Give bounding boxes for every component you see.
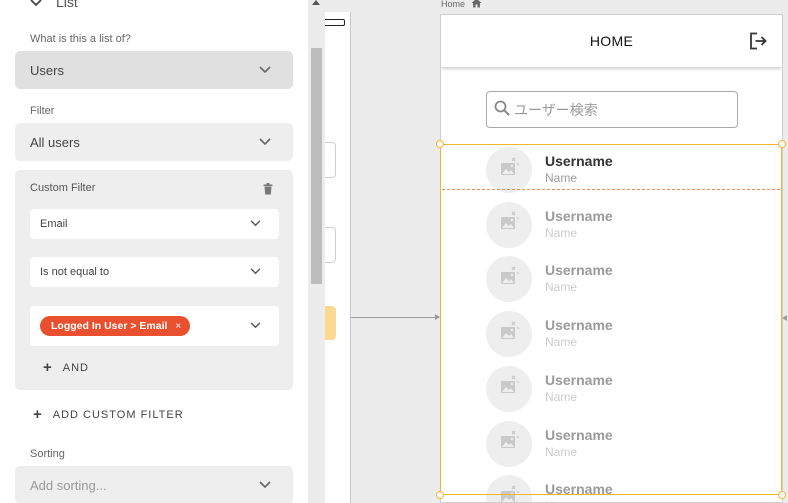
name-label: Name (545, 171, 578, 185)
chip-remove-icon[interactable]: × (175, 321, 181, 332)
custom-filter-title: Custom Filter (30, 182, 96, 194)
list-item[interactable]: UsernameName (441, 310, 782, 364)
username-label: Username (545, 481, 613, 498)
add-custom-filter-label: ADD CUSTOM FILTER (52, 408, 184, 421)
avatar (486, 256, 532, 303)
avatar (486, 365, 532, 412)
avatar (486, 475, 532, 502)
name-label: Name (545, 389, 578, 404)
chevron-down-icon (250, 320, 261, 332)
resize-handle[interactable] (436, 140, 444, 148)
scrollbar-thumb[interactable] (311, 48, 322, 284)
avatar (486, 147, 532, 193)
partial-input-field (325, 142, 336, 178)
and-label: AND (62, 361, 89, 374)
list-item[interactable]: UsernameName (441, 474, 782, 502)
sorting-label: Sorting (30, 448, 65, 460)
image-placeholder-icon (498, 157, 520, 184)
filter-field-dropdown[interactable]: Email (30, 209, 279, 239)
chevron-down-icon (259, 136, 271, 148)
name-label: Name (545, 225, 578, 240)
scroll-up-arrow-icon[interactable] (312, 0, 320, 5)
chevron-down-icon (259, 479, 271, 491)
screen-name-label: Home (441, 0, 466, 9)
name-label: Name (545, 444, 578, 459)
trash-icon[interactable] (263, 182, 273, 200)
filter-operator-dropdown[interactable]: Is not equal to (30, 257, 279, 287)
battery-icon (325, 19, 345, 26)
sorting-dropdown[interactable]: Add sorting... (15, 466, 293, 503)
partial-button (325, 306, 336, 340)
sorting-placeholder: Add sorting... (30, 477, 107, 493)
list-of-dropdown[interactable]: Users (15, 51, 293, 89)
navigation-link-line (351, 317, 439, 318)
username-label: Username (545, 262, 613, 279)
custom-filter-box: Custom Filter Email Is not equal to Logg… (15, 170, 293, 390)
user-search-input[interactable]: ユーザー検索 (486, 91, 738, 128)
app-header: HOME (441, 15, 782, 67)
list-item[interactable]: Username Name (441, 146, 782, 200)
chevron-down-icon (30, 0, 42, 10)
filter-dropdown[interactable]: All users (15, 123, 293, 161)
username-label: Username (545, 153, 613, 169)
resize-handle[interactable] (778, 491, 786, 499)
image-placeholder-icon (498, 266, 520, 293)
chevron-down-icon (250, 218, 261, 230)
search-icon (494, 100, 510, 119)
panel-scrollbar[interactable] (308, 0, 325, 503)
resize-handle[interactable] (778, 140, 786, 148)
screen-breadcrumb[interactable]: Home (441, 0, 482, 10)
header-title: HOME (589, 33, 634, 49)
filter-value-dropdown[interactable]: Logged In User > Email × (30, 306, 279, 346)
filter-value: All users (30, 134, 80, 150)
chevron-down-icon (250, 266, 261, 278)
add-custom-filter-button[interactable]: + ADD CUSTOM FILTER (33, 407, 184, 422)
partial-screen-preview[interactable] (325, 12, 351, 503)
avatar (486, 201, 532, 248)
search-placeholder: ユーザー検索 (514, 101, 598, 118)
list-item[interactable]: UsernameName (441, 420, 782, 474)
image-placeholder-icon (498, 211, 520, 238)
resize-handle[interactable] (436, 491, 444, 499)
chevron-down-icon (259, 64, 271, 76)
list-section-header[interactable]: List (30, 0, 78, 12)
avatar (486, 311, 532, 358)
username-label: Username (545, 207, 613, 224)
image-placeholder-icon (498, 430, 520, 457)
home-icon (471, 0, 482, 10)
username-label: Username (545, 371, 613, 388)
username-label: Username (545, 317, 613, 334)
properties-panel: List What is this a list of? Users Filte… (0, 0, 308, 503)
section-title: List (56, 0, 78, 10)
list-item[interactable]: UsernameName (441, 201, 782, 255)
list-of-label: What is this a list of? (30, 33, 131, 45)
plus-icon: + (33, 406, 43, 423)
image-placeholder-icon (498, 321, 520, 348)
filter-field-value: Email (40, 218, 68, 230)
name-label: Name (545, 499, 577, 502)
avatar (486, 420, 532, 467)
chip-label: Logged In User > Email (51, 320, 168, 332)
partial-input-field (325, 227, 336, 263)
filter-value-chip[interactable]: Logged In User > Email × (40, 316, 191, 336)
image-placeholder-icon (498, 485, 520, 502)
name-label: Name (545, 280, 578, 295)
list-item[interactable]: UsernameName (441, 365, 782, 419)
list-item[interactable]: UsernameName (441, 255, 782, 309)
image-placeholder-icon (498, 375, 520, 402)
logout-icon[interactable] (748, 31, 768, 51)
list-of-value: Users (30, 62, 64, 78)
plus-icon: + (43, 359, 53, 376)
username-label: Username (545, 426, 613, 443)
name-label: Name (545, 335, 578, 350)
home-screen[interactable]: HOME ユーザー検索 Username Name Username Name User… (440, 14, 783, 503)
filter-operator-value: Is not equal to (40, 266, 110, 278)
add-and-condition-button[interactable]: + AND (43, 360, 89, 375)
filter-label: Filter (30, 105, 55, 117)
